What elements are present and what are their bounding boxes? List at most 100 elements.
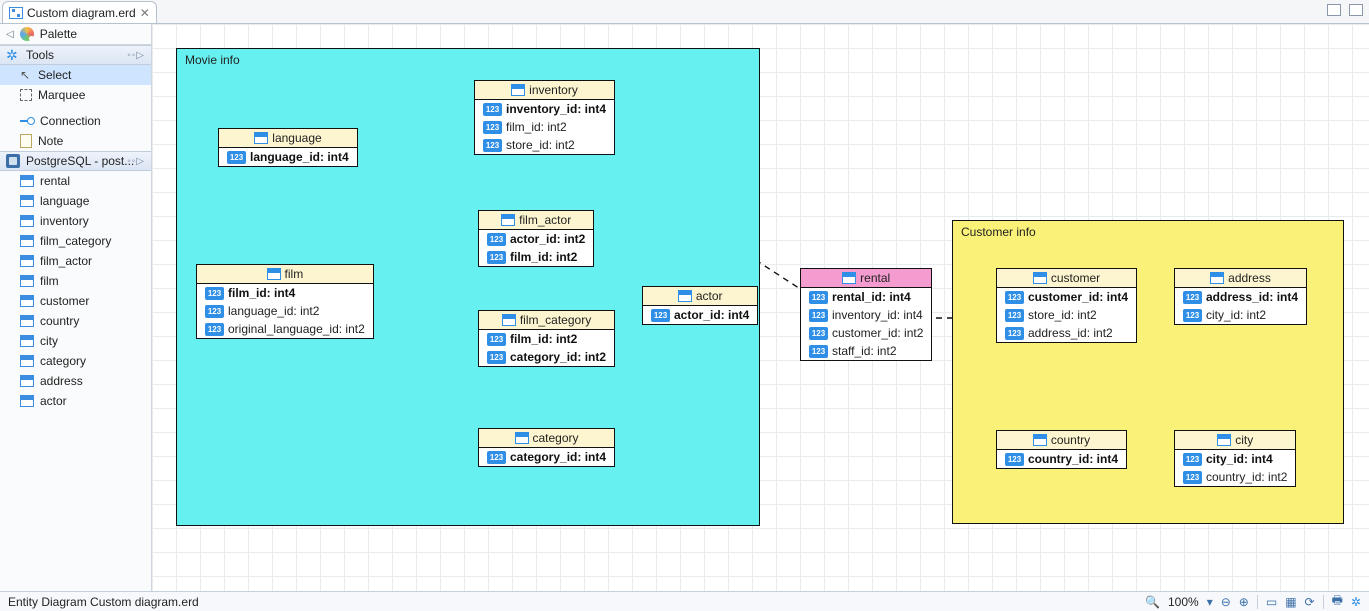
entity-film[interactable]: film123film_id: int4123language_id: int2… [196,264,374,339]
drawer-icon[interactable]: ◦◦▷ [127,50,145,61]
entity-rental[interactable]: rental123rental_id: int4123inventory_id:… [800,268,932,361]
palette-table-actor[interactable]: actor [0,391,151,411]
palette-table-customer[interactable]: customer [0,291,151,311]
datatype-icon: 123 [487,233,506,246]
entity-column[interactable]: 123customer_id: int2 [801,324,931,342]
entity-address[interactable]: address 123address_id: int4123city_id: in… [1174,268,1307,325]
entity-header[interactable]: address [1175,269,1306,288]
entity-actor[interactable]: actor123actor_id: int4 [642,286,758,325]
palette-table-country[interactable]: country [0,311,151,331]
zoom-out-icon[interactable]: 🔍 [1145,595,1160,609]
entity-column[interactable]: 123original_language_id: int2 [197,320,373,338]
minimize-button[interactable] [1327,4,1341,16]
datatype-icon: 123 [1183,453,1202,466]
back-icon[interactable]: ◁ [6,29,14,40]
connection-icon [20,118,34,124]
table-icon [254,132,268,144]
entity-column[interactable]: 123film_id: int4 [197,284,373,302]
zoom-in-btn[interactable]: ⊕ [1239,595,1249,609]
entity-column[interactable]: 123country_id: int2 [1175,468,1295,486]
palette-table-rental[interactable]: rental [0,171,151,191]
entity-header[interactable]: country [997,431,1126,450]
entity-customer[interactable]: customer123customer_id: int4123store_id:… [996,268,1137,343]
grid-icon[interactable]: ▦ [1285,595,1296,609]
entity-header[interactable]: inventory [475,81,614,100]
container-customer-label: Customer info [961,225,1036,239]
tool-note[interactable]: Note [0,131,151,151]
zoom-out-btn[interactable]: ⊖ [1221,595,1231,609]
entity-film_actor[interactable]: film_actor123actor_id: int2123film_id: i… [478,210,594,267]
editor-tab[interactable]: Custom diagram.erd ✕ [2,1,157,23]
palette-table-language[interactable]: language [0,191,151,211]
palette-table-label: address [40,374,83,388]
db-section-header[interactable]: PostgreSQL - post... ◦◦▷ [0,151,151,171]
tool-connection[interactable]: Connection [0,111,151,131]
tool-select[interactable]: ↖ Select [0,65,151,85]
palette-table-label: film_actor [40,254,92,268]
entity-column[interactable]: 123store_id: int2 [997,306,1136,324]
entity-column[interactable]: 123city_id: int4 [1175,450,1295,468]
print-icon[interactable]: 🖶 [1332,591,1343,611]
tool-marquee[interactable]: Marquee [0,85,151,105]
entity-language[interactable]: language123language_id: int4 [218,128,358,167]
entity-header[interactable]: language [219,129,357,148]
entity-header[interactable]: film_category [479,311,614,330]
close-icon[interactable]: ✕ [140,6,150,20]
entity-column[interactable]: 123category_id: int4 [479,448,614,466]
palette-table-address[interactable]: address [0,371,151,391]
settings-icon[interactable]: ✲ [1351,595,1361,609]
entity-column[interactable]: 123country_id: int4 [997,450,1126,468]
entity-column[interactable]: 123store_id: int2 [475,136,614,154]
tools-section-header[interactable]: ✲ Tools ◦◦▷ [0,45,151,65]
palette-table-film_category[interactable]: film_category [0,231,151,251]
entity-column[interactable]: 123customer_id: int4 [997,288,1136,306]
zoom-dropdown-icon[interactable]: ▾ [1207,595,1213,609]
entity-column[interactable]: 123staff_id: int2 [801,342,931,360]
diagram-canvas[interactable]: Movie info Customer info language123lang… [152,24,1369,591]
entity-header[interactable]: film_actor [479,211,593,230]
datatype-icon: 123 [809,291,828,304]
entity-country[interactable]: country123country_id: int4 [996,430,1127,469]
palette-table-label: actor [40,394,67,408]
entity-name: address [1228,271,1271,285]
refresh-icon[interactable]: ⟳ [1305,595,1315,609]
entity-header[interactable]: actor [643,287,757,306]
palette-table-label: customer [40,294,89,308]
marquee-icon [20,89,32,101]
entity-column[interactable]: 123address_id: int2 [997,324,1136,342]
entity-column[interactable]: 123inventory_id: int4 [801,306,931,324]
status-bar: Entity Diagram Custom diagram.erd 🔍 100%… [0,591,1369,611]
table-icon [511,84,525,96]
table-icon [502,314,516,326]
entity-column[interactable]: 123language_id: int4 [219,148,357,166]
palette-table-film[interactable]: film [0,271,151,291]
entity-column[interactable]: 123film_id: int2 [479,248,593,266]
entity-column[interactable]: 123rental_id: int4 [801,288,931,306]
entity-column[interactable]: 123category_id: int2 [479,348,614,366]
entity-header[interactable]: rental [801,269,931,288]
entity-header[interactable]: city [1175,431,1295,450]
entity-column[interactable]: 123inventory_id: int4 [475,100,614,118]
entity-film_category[interactable]: film_category123film_id: int2123category… [478,310,615,367]
layout-icon[interactable]: ▭ [1266,595,1277,609]
maximize-button[interactable] [1349,4,1363,16]
entity-column[interactable]: 123film_id: int2 [475,118,614,136]
entity-header[interactable]: customer [997,269,1136,288]
entity-city[interactable]: city123city_id: int4123country_id: int2 [1174,430,1296,487]
entity-category[interactable]: category123category_id: int4 [478,428,615,467]
palette-table-inventory[interactable]: inventory [0,211,151,231]
entity-header[interactable]: category [479,429,614,448]
palette-table-film_actor[interactable]: film_actor [0,251,151,271]
palette-table-city[interactable]: city [0,331,151,351]
entity-inventory[interactable]: inventory123inventory_id: int4123film_id… [474,80,615,155]
entity-column[interactable]: 123film_id: int2 [479,330,614,348]
entity-column[interactable]: 123address_id: int4 [1175,288,1306,306]
entity-column[interactable]: 123actor_id: int2 [479,230,593,248]
entity-column[interactable]: 123actor_id: int4 [643,306,757,324]
entity-column[interactable]: 123city_id: int2 [1175,306,1306,324]
palette-title: Palette [40,27,77,41]
entity-column[interactable]: 123language_id: int2 [197,302,373,320]
entity-header[interactable]: film [197,265,373,284]
drawer-icon[interactable]: ◦◦▷ [127,156,145,167]
palette-table-category[interactable]: category [0,351,151,371]
